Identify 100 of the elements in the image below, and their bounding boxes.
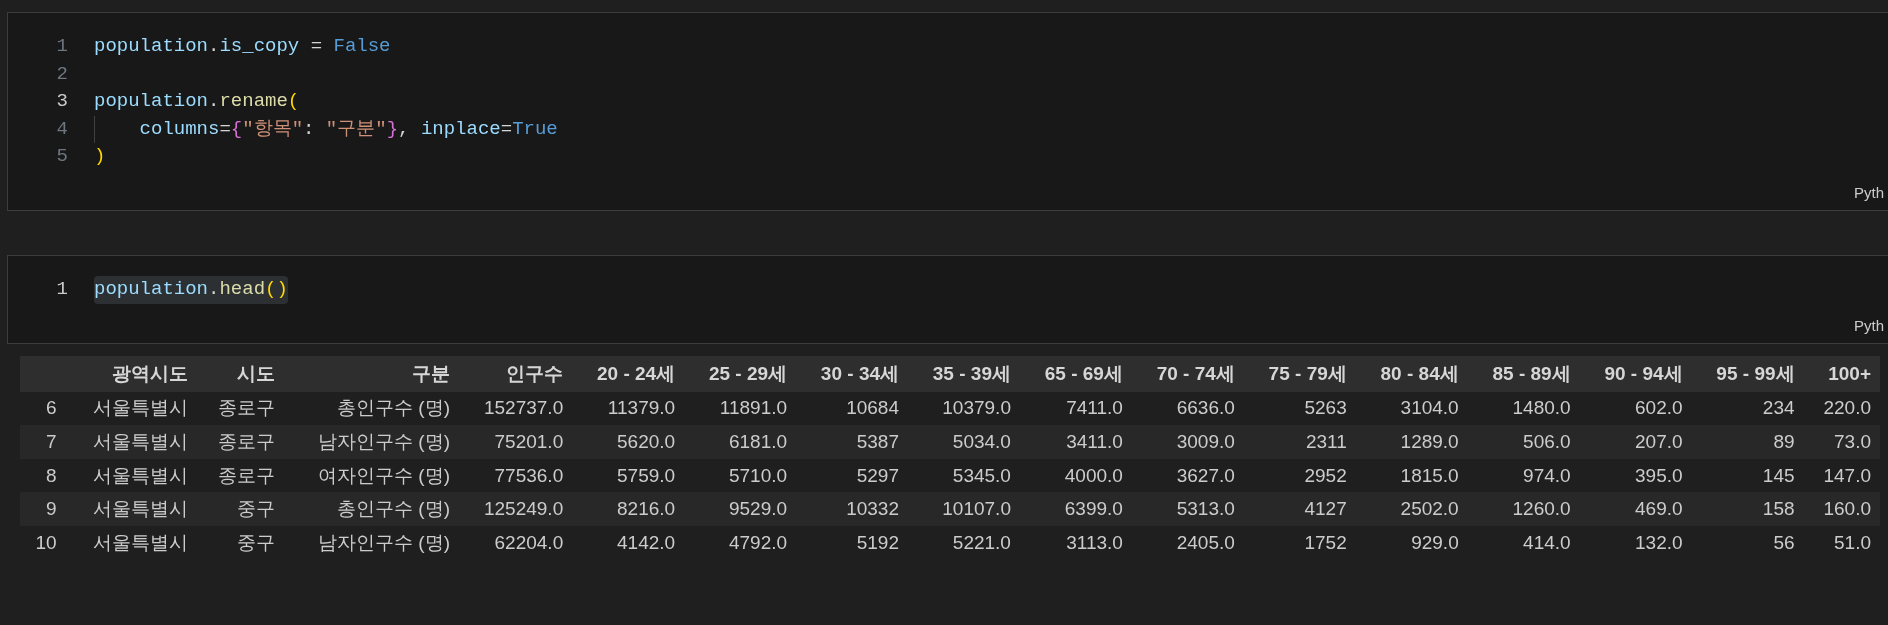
table-cell: 2502.0 bbox=[1355, 492, 1468, 526]
row-index: 8 bbox=[20, 458, 66, 493]
column-header: 시도 bbox=[197, 355, 285, 392]
table-cell: 서울특별시 bbox=[65, 458, 198, 493]
code-line: ) bbox=[94, 144, 106, 170]
table-cell: 10332 bbox=[796, 492, 908, 526]
table-cell: 1260.0 bbox=[1467, 492, 1580, 526]
table-cell: 158 bbox=[1691, 492, 1804, 526]
table-cell: 506.0 bbox=[1467, 425, 1580, 459]
table-cell: 5759.0 bbox=[572, 458, 685, 493]
line-number: 1 bbox=[55, 34, 69, 59]
code-editor[interactable]: 1 population.head() Pyth bbox=[7, 254, 1888, 344]
table-cell: 207.0 bbox=[1579, 425, 1692, 459]
table-cell: 5192 bbox=[796, 525, 908, 560]
language-label[interactable]: Pyth bbox=[1854, 316, 1884, 335]
table-cell: 89 bbox=[1691, 425, 1804, 459]
table-cell: 3627.0 bbox=[1131, 458, 1244, 493]
column-header: 20 - 24세 bbox=[572, 355, 685, 392]
column-header: 구분 bbox=[284, 355, 459, 392]
table-cell: 1815.0 bbox=[1355, 458, 1468, 493]
table-cell: 서울특별시 bbox=[65, 492, 198, 526]
table-cell: 1480.0 bbox=[1467, 391, 1580, 426]
line-number: 1 bbox=[55, 276, 69, 302]
table-cell: 73.0 bbox=[1803, 425, 1880, 459]
row-index: 6 bbox=[20, 391, 66, 426]
table-cell: 220.0 bbox=[1803, 391, 1880, 426]
code-line: population.rename( bbox=[94, 89, 300, 115]
code-editor[interactable]: 1 population.is_copy = False 2 3 population.rename( 4 columns={"항목": "구분"}, inplace=True 5 ) Pyth bbox=[7, 12, 1888, 211]
table-cell: 125249.0 bbox=[459, 492, 573, 526]
line-number: 5 bbox=[55, 144, 69, 170]
table-cell: 56 bbox=[1691, 525, 1804, 560]
row-index: 7 bbox=[20, 425, 66, 459]
row-index: 10 bbox=[20, 525, 66, 560]
table-cell: 10107.0 bbox=[908, 492, 1020, 526]
table-cell: 147.0 bbox=[1803, 458, 1880, 493]
table-cell: 중구 bbox=[197, 492, 285, 526]
column-header: 75 - 79세 bbox=[1243, 355, 1356, 392]
table-cell: 종로구 bbox=[197, 425, 285, 459]
table-cell: 중구 bbox=[197, 525, 285, 560]
table-cell: 여자인구수 (명) bbox=[284, 458, 459, 493]
table-cell: 51.0 bbox=[1803, 525, 1880, 560]
table-cell: 152737.0 bbox=[459, 391, 573, 426]
table-cell: 4127 bbox=[1243, 492, 1356, 526]
table-cell: 서울특별시 bbox=[65, 525, 198, 560]
code-line: population.is_copy = False bbox=[94, 34, 391, 59]
line-number: 3 bbox=[55, 89, 69, 115]
table-cell: 5034.0 bbox=[908, 425, 1020, 459]
row-index: 9 bbox=[20, 492, 66, 526]
language-label[interactable]: Pyth bbox=[1854, 183, 1884, 202]
table-cell: 4000.0 bbox=[1019, 458, 1132, 493]
table-cell: 2405.0 bbox=[1131, 525, 1244, 560]
table-cell: 5297 bbox=[796, 458, 908, 493]
line-number: 4 bbox=[55, 116, 69, 142]
table-cell: 132.0 bbox=[1579, 525, 1692, 560]
table-cell: 종로구 bbox=[197, 458, 285, 493]
column-header: 85 - 89세 bbox=[1467, 355, 1580, 392]
table-cell: 2952 bbox=[1243, 458, 1356, 493]
table-cell: 234 bbox=[1691, 391, 1804, 426]
table-cell: 5345.0 bbox=[908, 458, 1020, 493]
table-cell: 3009.0 bbox=[1131, 425, 1244, 459]
table-cell: 서울특별시 bbox=[65, 425, 198, 459]
table-cell: 11891.0 bbox=[684, 391, 797, 426]
table-cell: 남자인구수 (명) bbox=[284, 425, 459, 459]
table-cell: 160.0 bbox=[1803, 492, 1880, 526]
table-cell: 62204.0 bbox=[459, 525, 573, 560]
table-cell: 929.0 bbox=[1355, 525, 1468, 560]
column-header: 35 - 39세 bbox=[908, 355, 1020, 392]
table-cell: 서울특별시 bbox=[65, 391, 198, 426]
table-cell: 9529.0 bbox=[684, 492, 797, 526]
column-header: 30 - 34세 bbox=[796, 355, 908, 392]
table-cell: 395.0 bbox=[1579, 458, 1692, 493]
table-cell: 6399.0 bbox=[1019, 492, 1132, 526]
table-cell: 5710.0 bbox=[684, 458, 797, 493]
line-number: 2 bbox=[55, 61, 69, 87]
column-header: 65 - 69세 bbox=[1019, 355, 1132, 392]
table-cell: 6636.0 bbox=[1131, 391, 1244, 426]
table-cell: 4792.0 bbox=[684, 525, 797, 560]
table-cell: 4142.0 bbox=[572, 525, 685, 560]
table-cell: 11379.0 bbox=[572, 391, 685, 426]
table-cell: 7411.0 bbox=[1019, 391, 1132, 426]
table-cell: 5221.0 bbox=[908, 525, 1020, 560]
table-cell: 5313.0 bbox=[1131, 492, 1244, 526]
column-header: 인구수 bbox=[459, 355, 573, 392]
table-cell: 총인구수 (명) bbox=[284, 492, 459, 526]
table-cell: 10684 bbox=[796, 391, 908, 426]
table-cell: 75201.0 bbox=[459, 425, 573, 459]
table-cell: 1289.0 bbox=[1355, 425, 1468, 459]
table-cell: 469.0 bbox=[1579, 492, 1692, 526]
table-cell: 3113.0 bbox=[1019, 525, 1132, 560]
table-cell: 77536.0 bbox=[459, 458, 573, 493]
table-cell: 5620.0 bbox=[572, 425, 685, 459]
table-cell: 2311 bbox=[1243, 425, 1356, 459]
column-header: 100+ bbox=[1803, 355, 1880, 392]
table-cell: 5387 bbox=[796, 425, 908, 459]
table-cell: 5263 bbox=[1243, 391, 1356, 426]
table-cell: 6181.0 bbox=[684, 425, 797, 459]
column-header: 70 - 74세 bbox=[1131, 355, 1244, 392]
table-cell: 1752 bbox=[1243, 525, 1356, 560]
table-cell: 602.0 bbox=[1579, 391, 1692, 426]
column-header: 80 - 84세 bbox=[1355, 355, 1468, 392]
